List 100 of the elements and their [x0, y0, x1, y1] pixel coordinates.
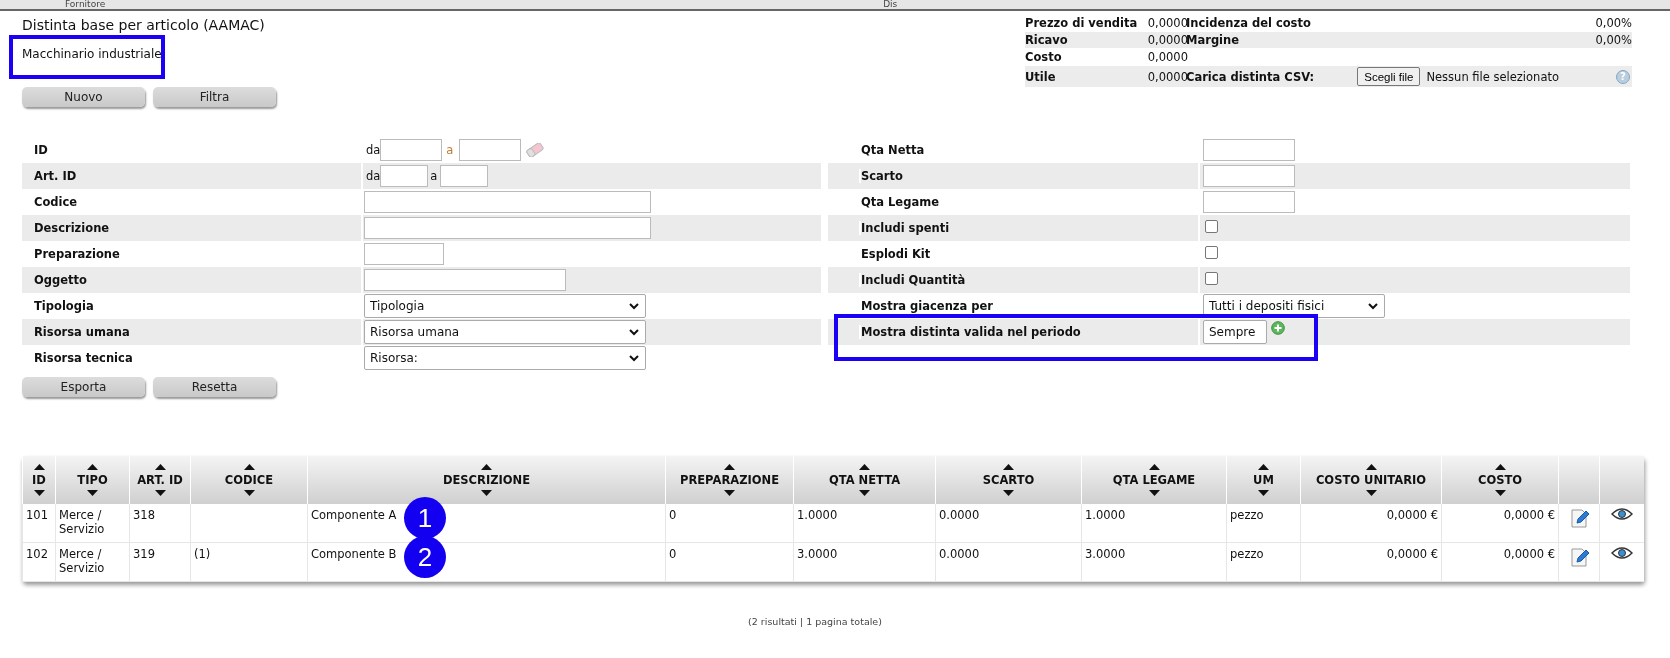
- action-button[interactable]: Nuovo: [22, 87, 145, 107]
- summary-label: Costo: [1025, 49, 1062, 65]
- checkbox[interactable]: [1205, 219, 1218, 233]
- sort-down-icon[interactable]: [243, 490, 255, 496]
- pencil-paper-icon[interactable]: [1569, 507, 1589, 529]
- summary-label: Carica distinta CSV:: [1186, 68, 1315, 85]
- sort-down-icon[interactable]: [1258, 490, 1269, 496]
- summary-label: Prezzo di vendita: [1025, 15, 1138, 31]
- action-button[interactable]: Resetta: [153, 377, 276, 397]
- input-field[interactable]: [364, 191, 651, 213]
- table-cell: Merce / Servizio: [59, 508, 105, 536]
- sort-down-icon[interactable]: [724, 490, 735, 496]
- sort-down-icon[interactable]: [1365, 490, 1377, 496]
- input-field[interactable]: [440, 165, 489, 187]
- range-to-label: a: [430, 169, 438, 183]
- table-cell: (1): [194, 547, 211, 561]
- item-name: Macchinario industriale: [22, 47, 162, 61]
- input-field[interactable]: [1203, 139, 1295, 161]
- sort-up-icon[interactable]: [724, 464, 735, 470]
- input-field[interactable]: [380, 139, 443, 161]
- summary-value: 0,0000: [1147, 49, 1188, 65]
- input-field[interactable]: [1203, 191, 1295, 213]
- sort-down-icon[interactable]: [87, 490, 98, 496]
- filter-label: Risorsa tecnica: [33, 351, 134, 365]
- table-cell: 1.0000: [1085, 508, 1126, 522]
- checkbox[interactable]: [1205, 271, 1218, 285]
- file-status: Nessun file selezionato: [1426, 68, 1559, 85]
- input-field[interactable]: [380, 165, 429, 187]
- dropdown[interactable]: Risorsa umana: [364, 320, 646, 344]
- sort-up-icon[interactable]: [243, 464, 255, 470]
- table-cell: Componente A: [311, 508, 397, 522]
- sort-down-icon[interactable]: [481, 490, 492, 496]
- pencil-paper-icon[interactable]: [1569, 546, 1589, 568]
- column-header: Fornitore: [65, 0, 106, 9]
- sort-down-icon[interactable]: [859, 490, 870, 496]
- sort-down-icon[interactable]: [1003, 490, 1014, 496]
- table-cell: 102: [26, 547, 48, 561]
- input-field[interactable]: [364, 217, 651, 239]
- sort-up-icon[interactable]: [1494, 464, 1506, 470]
- chevron-down-icon: [1368, 302, 1378, 310]
- sort-down-icon[interactable]: [1148, 490, 1160, 496]
- chevron-down-icon: [629, 302, 639, 310]
- table-cell: 1.0000: [797, 508, 838, 522]
- summary-label: Ricavo: [1025, 32, 1068, 48]
- sort-up-icon[interactable]: [33, 464, 45, 470]
- chevron-down-icon: [629, 328, 639, 336]
- sort-down-icon[interactable]: [1494, 490, 1506, 496]
- sort-down-icon[interactable]: [154, 490, 166, 496]
- table-cell: 319: [133, 547, 155, 561]
- sort-up-icon[interactable]: [1365, 464, 1377, 470]
- sort-up-icon[interactable]: [1148, 464, 1160, 470]
- column-header[interactable]: COSTO: [1477, 473, 1523, 487]
- input-field[interactable]: [364, 269, 566, 291]
- column-header[interactable]: QTA NETTA: [828, 473, 901, 487]
- input-field[interactable]: [1203, 165, 1295, 187]
- filter-label: Preparazione: [33, 247, 121, 261]
- summary-value: 0,0000: [1147, 15, 1188, 31]
- sort-down-icon[interactable]: [33, 490, 45, 496]
- input-field[interactable]: [364, 243, 444, 265]
- checkbox[interactable]: [1205, 245, 1218, 259]
- dropdown[interactable]: Tipologia: [364, 294, 646, 318]
- summary-value: 0,0000: [1147, 32, 1188, 48]
- eye-icon[interactable]: [1610, 546, 1633, 560]
- column-header[interactable]: ID: [32, 473, 46, 487]
- summary-label: Margine: [1186, 32, 1240, 48]
- sort-up-icon[interactable]: [87, 464, 98, 470]
- column-header[interactable]: SCARTO: [982, 473, 1035, 487]
- action-button[interactable]: Filtra: [153, 87, 276, 107]
- summary-value: 0,0000: [1147, 68, 1188, 85]
- table-cell: pezzo: [1230, 508, 1264, 522]
- action-button[interactable]: Esporta: [22, 377, 145, 397]
- table-cell: 0.0000: [939, 508, 980, 522]
- plus-icon[interactable]: [1271, 321, 1285, 335]
- column-header[interactable]: UM: [1253, 473, 1274, 487]
- sort-up-icon[interactable]: [1258, 464, 1269, 470]
- sort-up-icon[interactable]: [154, 464, 166, 470]
- column-header: Dis: [883, 0, 898, 9]
- range-from-label: da: [366, 169, 381, 183]
- column-header[interactable]: TIPO: [77, 473, 108, 487]
- sort-up-icon[interactable]: [1003, 464, 1014, 470]
- table-cell: Merce / Servizio: [59, 547, 105, 575]
- pagination-info: (2 risultati | 1 pagina totale): [748, 616, 882, 627]
- table-cell: 101: [26, 508, 48, 522]
- table-cell: 0,0000 €: [1386, 508, 1438, 522]
- filter-label: ID: [33, 143, 49, 157]
- dropdown[interactable]: Risorsa:: [364, 346, 646, 370]
- input-field[interactable]: [459, 139, 522, 161]
- column-header[interactable]: DESCRIZIONE: [442, 473, 531, 487]
- choose-file-button[interactable]: Scegli file: [1357, 67, 1421, 86]
- column-header[interactable]: QTA LEGAME: [1112, 473, 1196, 487]
- table-cell: Componente B: [311, 547, 397, 561]
- table-cell: 0,0000 €: [1503, 547, 1555, 561]
- dropdown[interactable]: Sempre: [1203, 320, 1267, 344]
- eye-icon[interactable]: [1610, 507, 1633, 521]
- sort-up-icon[interactable]: [859, 464, 870, 470]
- summary-label: Incidenza del costo: [1186, 15, 1311, 31]
- column-header[interactable]: CODICE: [224, 473, 274, 487]
- table-cell: 0,0000 €: [1386, 547, 1438, 561]
- table-cell: 3.0000: [1085, 547, 1126, 561]
- sort-up-icon[interactable]: [481, 464, 492, 470]
